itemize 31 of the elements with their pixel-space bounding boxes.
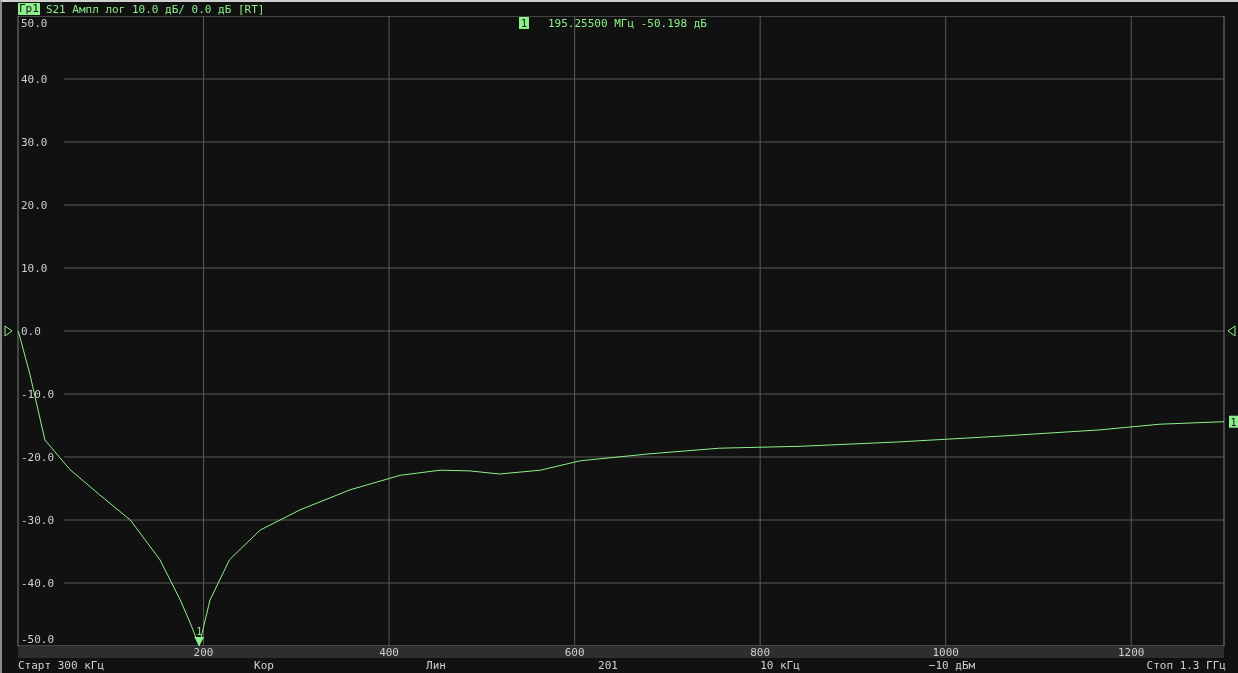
marker-number: 1: [196, 626, 203, 637]
y-axis-label: 20.0: [21, 199, 48, 212]
trace-badge: Гр1: [18, 3, 40, 15]
marker-badge: 1: [519, 17, 529, 29]
status-item: −10 дБм: [927, 659, 977, 672]
marker-readout: 195.25500 МГц -50.198 дБ: [548, 17, 707, 30]
trace-info: S21 Ампл лог 10.0 дБ/ 0.0 дБ [RT]: [45, 2, 265, 16]
y-axis-label: -40.0: [21, 577, 55, 590]
y-axis-label: -30.0: [21, 514, 55, 527]
x-axis-label: 200: [193, 646, 214, 658]
reference-right-icon: [1227, 325, 1236, 337]
status-item: Лин: [425, 659, 447, 672]
y-axis-label: 40.0: [21, 73, 48, 86]
y-axis-label: 30.0: [21, 136, 48, 149]
status-item: Стоп 1.3 ГГц: [1145, 659, 1226, 672]
status-item: Старт 300 кГц: [18, 659, 106, 672]
y-axis-label: 0.0: [21, 325, 41, 338]
status-item: 201: [597, 659, 619, 672]
x-axis-label: 600: [564, 646, 585, 658]
x-axis-label: 1000: [932, 646, 959, 658]
y-axis-label: 10.0: [21, 262, 48, 275]
status-item: Кор: [253, 659, 275, 672]
reference-left-icon: [4, 325, 13, 337]
x-axis-label: 400: [379, 646, 399, 658]
status-item: 10 кГц: [759, 659, 801, 672]
y-axis-label: -50.0: [21, 633, 55, 646]
y-axis-label: 50.0: [21, 17, 48, 30]
x-axis-label: 1200: [1118, 646, 1145, 658]
trace-end-badge: 1: [1229, 415, 1238, 428]
y-axis-label: -20.0: [21, 451, 55, 464]
x-axis-label: 800: [750, 646, 771, 658]
